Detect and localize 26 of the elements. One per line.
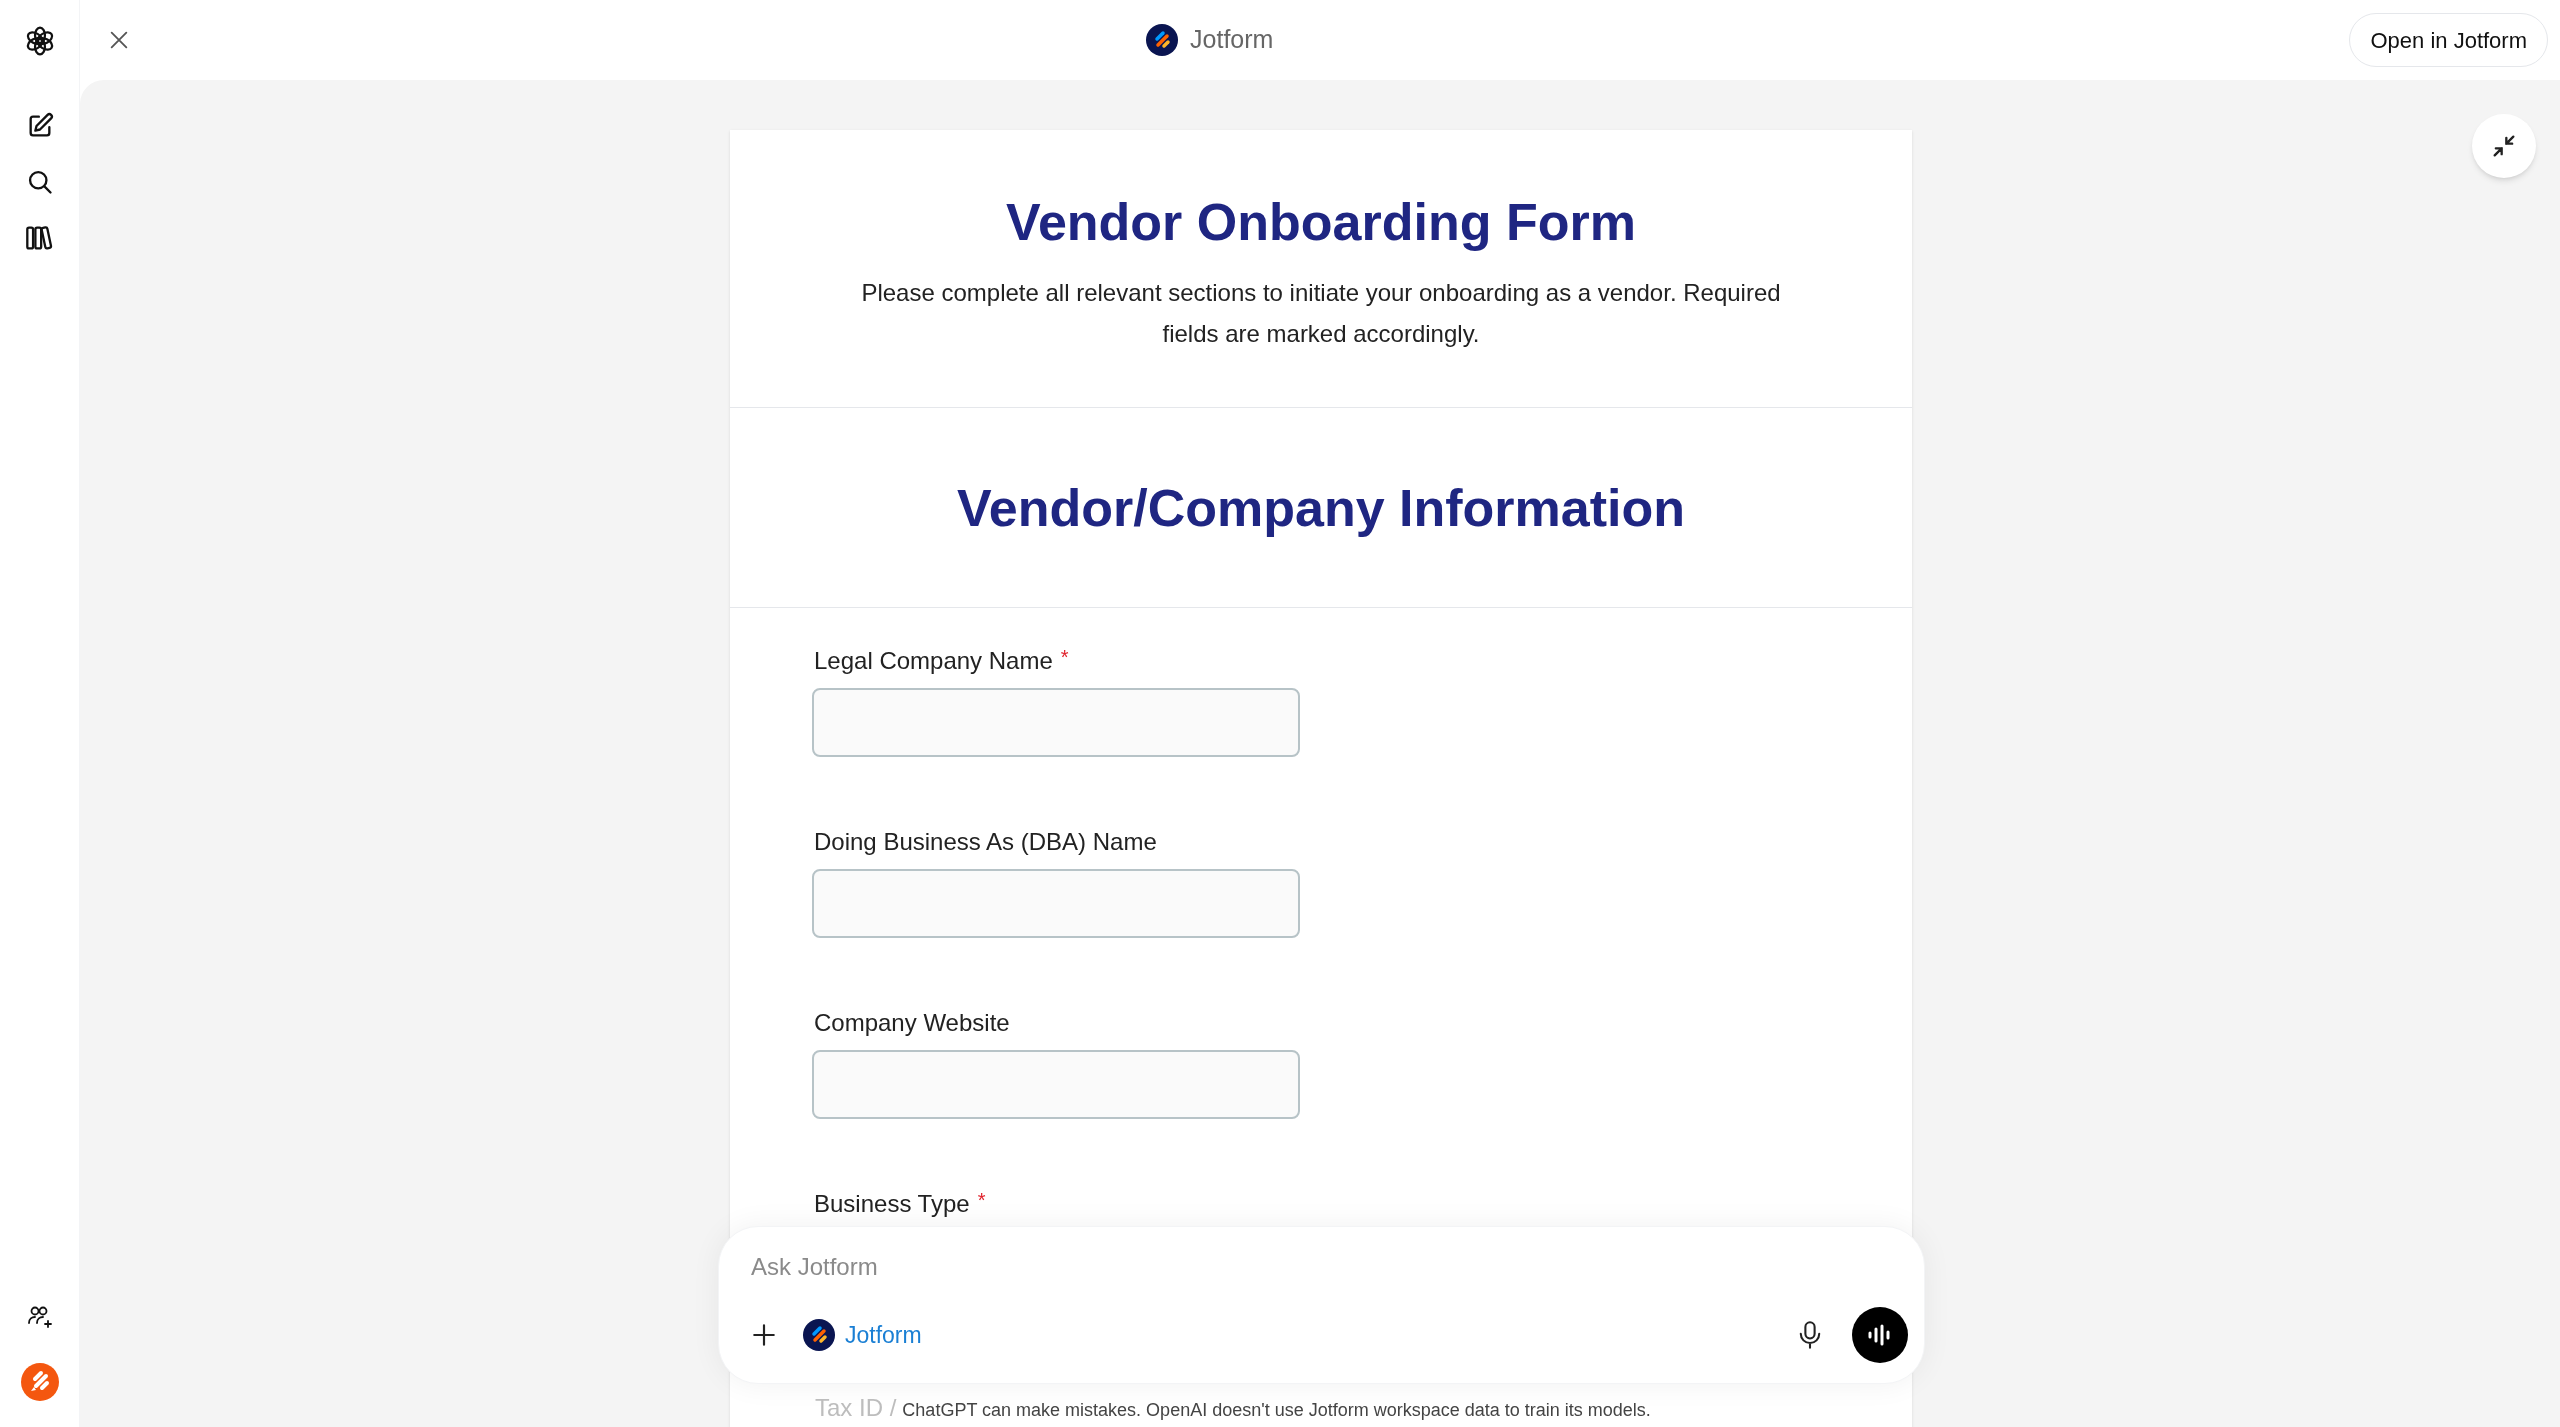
text-input[interactable] [812, 688, 1300, 757]
sound-wave-icon [1867, 1324, 1893, 1346]
voice-mode-button[interactable] [1852, 1307, 1908, 1363]
field-label: Company Website [814, 1008, 1010, 1038]
add-people-icon[interactable] [26, 1305, 53, 1329]
app-title: Jotform [1190, 24, 1274, 56]
disclaimer-text: ChatGPT can make mistakes. OpenAI doesn't use Jotform workspace data to train its models. [902, 1399, 1651, 1422]
close-icon[interactable] [108, 29, 130, 51]
text-input[interactable] [812, 869, 1300, 938]
jotform-logo-icon [1146, 24, 1179, 56]
open-in-app-button[interactable]: Open in Jotform [2349, 13, 2548, 67]
jotform-logo-icon [803, 1319, 835, 1351]
app-logo-icon[interactable] [20, 1363, 59, 1401]
plus-icon[interactable] [751, 1322, 777, 1348]
library-icon[interactable] [24, 224, 55, 252]
text-input[interactable] [812, 1050, 1300, 1119]
message-field[interactable]: Ask Jotform Jotform [718, 1226, 1925, 1384]
form-description: Please complete all relevant sections to initiate your onboarding as a vendor. Required fields are marked accordingly. [860, 278, 1782, 349]
required-mark: * [977, 1189, 986, 1211]
field-label: Legal Company Name [814, 646, 1053, 676]
app-chip-link[interactable]: Jotform [845, 1317, 922, 1353]
field-label: Tax ID / [815, 1393, 897, 1423]
field-label: Business Type [814, 1189, 970, 1219]
required-mark: * [1060, 646, 1069, 668]
field-label: Doing Business As (DBA) Name [814, 827, 1157, 857]
collapse-button[interactable] [2472, 114, 2536, 178]
